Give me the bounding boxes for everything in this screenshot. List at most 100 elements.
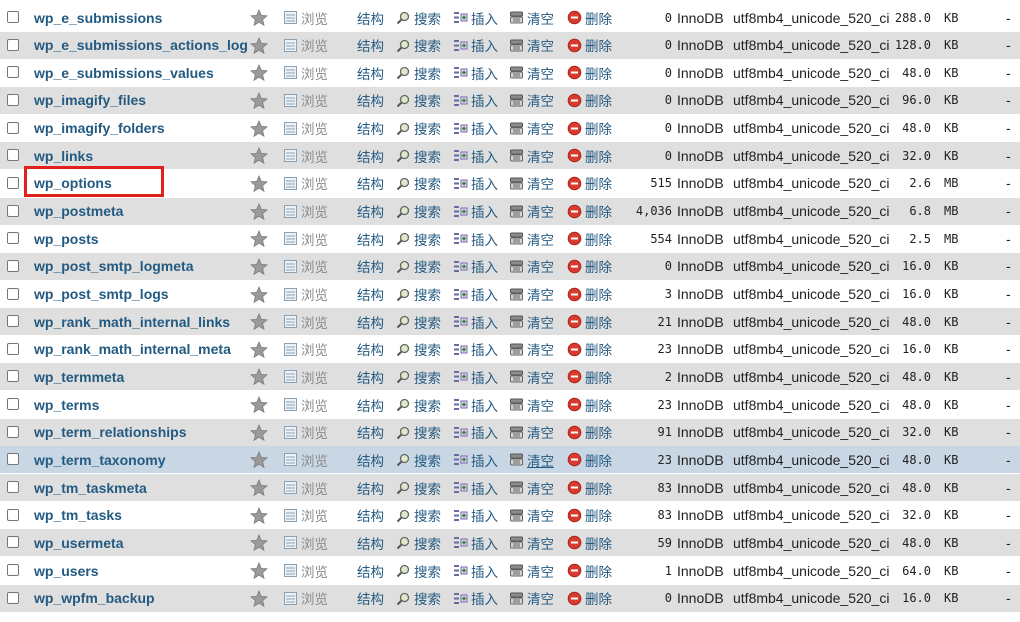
insert-button[interactable]: 插入 [453,363,498,390]
table-name-link[interactable]: wp_e_submissions_actions_log [34,32,248,59]
drop-button[interactable]: 删除 [567,281,612,308]
row-checkbox[interactable] [7,536,19,549]
browse-button[interactable]: 浏览 [283,198,328,225]
row-checkbox[interactable] [7,315,19,328]
drop-button[interactable]: 删除 [567,502,612,529]
structure-button[interactable]: 结构 [357,142,384,169]
table-name-link[interactable]: wp_links [34,142,93,169]
row-checkbox[interactable] [7,232,19,245]
search-button[interactable]: 搜索 [396,419,441,446]
empty-button[interactable]: 清空 [509,170,554,197]
insert-button[interactable]: 插入 [453,529,498,556]
search-button[interactable]: 搜索 [396,87,441,114]
search-button[interactable]: 搜索 [396,557,441,584]
drop-button[interactable]: 删除 [567,529,612,556]
drop-button[interactable]: 删除 [567,363,612,390]
insert-button[interactable]: 插入 [453,59,498,86]
insert-button[interactable]: 插入 [453,225,498,252]
insert-button[interactable]: 插入 [453,336,498,363]
row-checkbox[interactable] [7,93,19,106]
row-checkbox[interactable] [7,66,19,79]
search-button[interactable]: 搜索 [396,474,441,501]
drop-button[interactable]: 删除 [567,225,612,252]
drop-button[interactable]: 删除 [567,585,612,612]
insert-button[interactable]: 插入 [453,308,498,335]
search-button[interactable]: 搜索 [396,170,441,197]
structure-button[interactable]: 结构 [357,308,384,335]
browse-button[interactable]: 浏览 [283,170,328,197]
browse-button[interactable]: 浏览 [283,474,328,501]
drop-button[interactable]: 删除 [567,474,612,501]
star-icon[interactable] [250,9,268,27]
structure-button[interactable]: 结构 [357,59,384,86]
browse-button[interactable]: 浏览 [283,391,328,418]
empty-button[interactable]: 清空 [509,59,554,86]
table-name-link[interactable]: wp_tm_tasks [34,502,122,529]
empty-button[interactable]: 清空 [509,363,554,390]
empty-button[interactable]: 清空 [509,446,554,473]
star-icon[interactable] [250,230,268,248]
row-checkbox[interactable] [7,204,19,217]
star-icon[interactable] [250,340,268,359]
row-checkbox[interactable] [7,149,19,162]
star-icon[interactable] [250,147,268,165]
empty-button[interactable]: 清空 [509,281,554,308]
structure-button[interactable]: 结构 [357,391,384,418]
star-icon[interactable] [250,285,268,304]
star-icon[interactable] [250,202,268,221]
browse-button[interactable]: 浏览 [283,557,328,584]
search-button[interactable]: 搜索 [396,32,441,59]
star-icon[interactable] [250,36,268,55]
table-name-link[interactable]: wp_termmeta [34,363,124,390]
row-checkbox[interactable] [7,259,19,272]
empty-button[interactable]: 清空 [509,115,554,142]
structure-button[interactable]: 结构 [357,4,384,31]
table-name-link[interactable]: wp_postmeta [34,198,123,225]
insert-button[interactable]: 插入 [453,502,498,529]
table-name-link[interactable]: wp_imagify_folders [34,115,165,142]
browse-button[interactable]: 浏览 [283,115,328,142]
table-name-link[interactable]: wp_wpfm_backup [34,585,155,612]
row-checkbox[interactable] [7,508,19,521]
star-icon[interactable] [250,368,268,386]
star-icon[interactable] [250,506,268,525]
star-icon[interactable] [250,423,268,442]
search-button[interactable]: 搜索 [396,585,441,612]
structure-button[interactable]: 结构 [357,253,384,280]
drop-button[interactable]: 删除 [567,446,612,473]
table-name-link[interactable]: wp_post_smtp_logs [34,281,169,308]
star-icon[interactable] [250,396,268,414]
drop-button[interactable]: 删除 [567,557,612,584]
table-name-link[interactable]: wp_usermeta [34,529,123,556]
insert-button[interactable]: 插入 [453,4,498,31]
search-button[interactable]: 搜索 [396,198,441,225]
drop-button[interactable]: 删除 [567,419,612,446]
drop-button[interactable]: 删除 [567,32,612,59]
search-button[interactable]: 搜索 [396,142,441,169]
search-button[interactable]: 搜索 [396,308,441,335]
star-icon[interactable] [250,451,268,469]
structure-button[interactable]: 结构 [357,336,384,363]
browse-button[interactable]: 浏览 [283,585,328,612]
empty-button[interactable]: 清空 [509,502,554,529]
row-checkbox[interactable] [7,425,19,438]
table-name-link[interactable]: wp_tm_taskmeta [34,474,147,501]
search-button[interactable]: 搜索 [396,225,441,252]
structure-button[interactable]: 结构 [357,446,384,473]
browse-button[interactable]: 浏览 [283,253,328,280]
row-checkbox[interactable] [7,370,19,383]
row-checkbox[interactable] [7,176,19,189]
insert-button[interactable]: 插入 [453,557,498,584]
row-checkbox[interactable] [7,591,19,604]
insert-button[interactable]: 插入 [453,585,498,612]
empty-button[interactable]: 清空 [509,32,554,59]
star-icon[interactable] [250,174,268,193]
browse-button[interactable]: 浏览 [283,32,328,59]
table-name-link[interactable]: wp_options [34,170,112,197]
browse-button[interactable]: 浏览 [283,281,328,308]
star-icon[interactable] [250,313,268,331]
drop-button[interactable]: 删除 [567,115,612,142]
browse-button[interactable]: 浏览 [283,142,328,169]
structure-button[interactable]: 结构 [357,502,384,529]
table-name-link[interactable]: wp_terms [34,391,99,418]
